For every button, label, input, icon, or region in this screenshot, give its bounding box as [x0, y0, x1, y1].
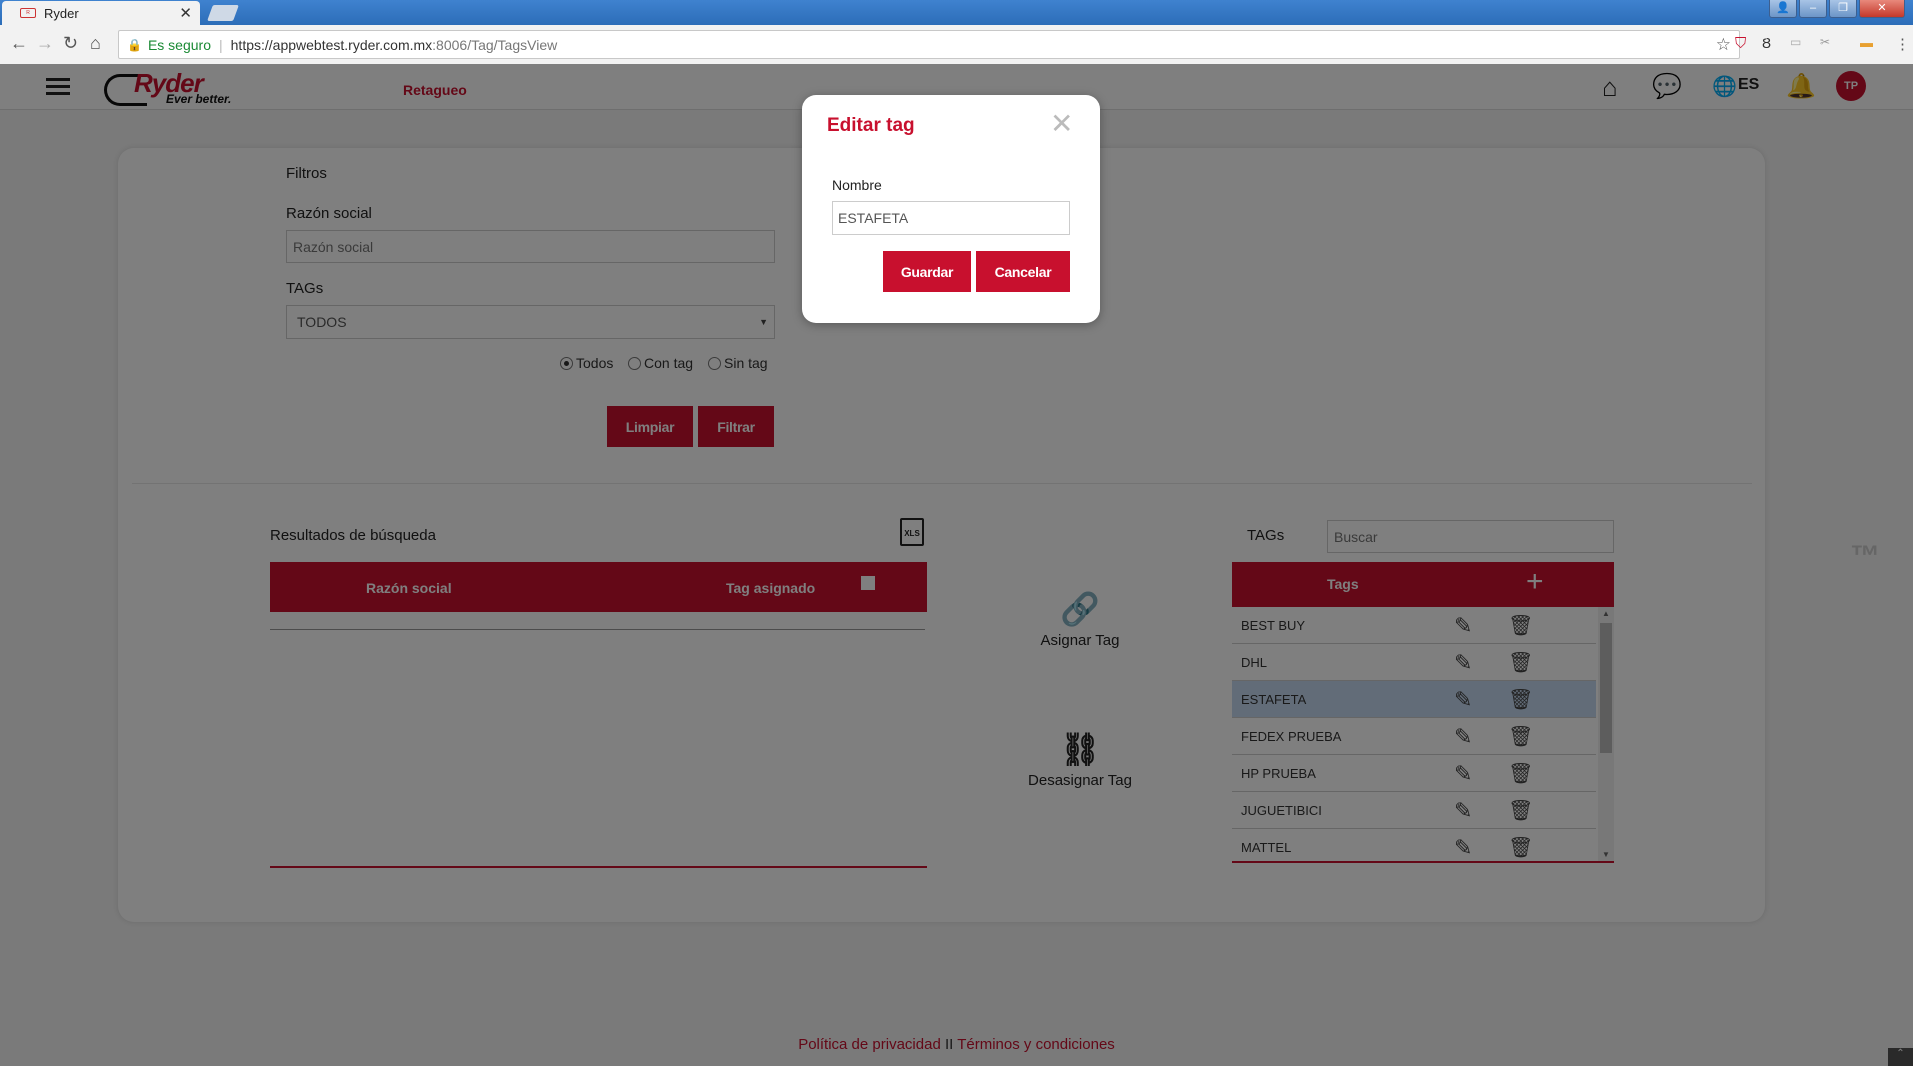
secure-label: Es seguro — [147, 36, 211, 53]
reload-icon[interactable]: ↻ — [63, 33, 78, 54]
window-close-icon[interactable]: ✕ — [1859, 0, 1905, 18]
tab-close-icon[interactable]: ✕ — [179, 4, 192, 22]
new-tab-button[interactable] — [207, 5, 239, 21]
close-icon[interactable]: ✕ — [1050, 107, 1073, 140]
browser-menu-icon[interactable]: ⋮ — [1895, 35, 1910, 53]
url-host: https://appwebtest.ryder.com.mx — [230, 36, 433, 53]
guardar-button[interactable]: Guardar — [883, 251, 971, 292]
address-separator: | — [219, 36, 223, 53]
browser-tab[interactable]: R Ryder ✕ — [2, 1, 200, 25]
home-icon[interactable]: ⌂ — [90, 33, 101, 54]
shield-extension-icon[interactable]: ⛉ — [1735, 35, 1746, 52]
extension-icon[interactable]: ▬ — [1860, 35, 1873, 50]
nombre-input[interactable]: ESTAFETA — [832, 201, 1070, 235]
lock-icon: 🔒 — [127, 37, 142, 52]
ryder-favicon-icon: R — [20, 8, 36, 18]
forward-arrow-icon[interactable]: → — [36, 33, 54, 54]
browser-toolbar: ← → ↻ ⌂ 🔒 Es seguro | https://appwebtest… — [0, 25, 1913, 65]
extension-icon[interactable]: ▭ — [1790, 35, 1801, 49]
modal-title: Editar tag — [827, 115, 915, 136]
address-bar[interactable]: 🔒 Es seguro | https://appwebtest.ryder.c… — [118, 30, 1740, 59]
browser-tab-strip: R Ryder ✕ 👤 – ❐ ✕ — [0, 0, 1913, 25]
back-arrow-icon[interactable]: ← — [10, 33, 28, 54]
tab-title: Ryder — [44, 5, 79, 21]
bookmark-star-icon[interactable]: ☆ — [1716, 35, 1731, 55]
cancelar-button[interactable]: Cancelar — [976, 251, 1070, 292]
extension-icon[interactable]: ✂ — [1820, 35, 1830, 49]
edit-tag-modal: Editar tag ✕ Nombre ESTAFETA Guardar Can… — [802, 95, 1100, 323]
url-path: :8006/Tag/TagsView — [432, 36, 558, 53]
user-icon[interactable]: 👤 — [1769, 0, 1797, 18]
minimize-icon[interactable]: – — [1799, 0, 1827, 18]
nombre-label: Nombre — [832, 177, 882, 193]
window-controls: 👤 – ❐ ✕ — [1767, 0, 1905, 18]
extension-icon[interactable]: Ȣ — [1762, 35, 1771, 52]
restore-icon[interactable]: ❐ — [1829, 0, 1857, 18]
